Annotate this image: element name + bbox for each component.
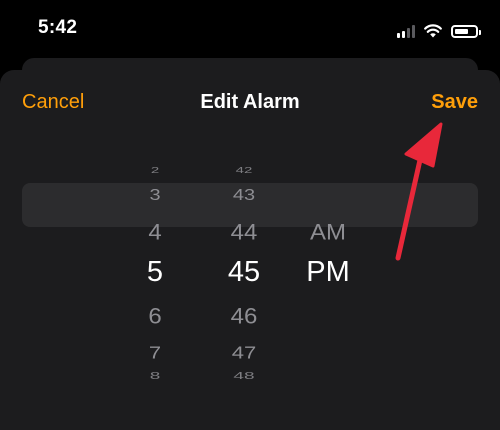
minute-picker-wheel[interactable]: 42 43 44 45 46 47 48 xyxy=(204,0,284,418)
picker-item: 3 xyxy=(149,186,161,204)
wifi-icon xyxy=(424,24,442,38)
status-time: 5:42 xyxy=(38,17,78,38)
cancel-button[interactable]: Cancel xyxy=(22,91,84,114)
picker-item: AM xyxy=(310,219,346,246)
status-icons xyxy=(397,20,481,38)
picker-item: 4 xyxy=(148,219,162,246)
picker-fade xyxy=(0,390,500,418)
picker-item: 46 xyxy=(230,303,258,330)
hour-picker-wheel[interactable]: 2 3 4 5 6 7 8 xyxy=(115,0,195,418)
selected-hour: 5 xyxy=(146,256,164,288)
save-button[interactable]: Save xyxy=(431,91,478,114)
selected-minute: 45 xyxy=(227,256,261,288)
picker-item: 42 xyxy=(235,165,253,176)
picker-item: 7 xyxy=(148,342,162,363)
picker-item: 6 xyxy=(148,303,162,330)
picker-item: 43 xyxy=(232,186,256,204)
selected-period: PM xyxy=(306,256,350,288)
picker-item: 47 xyxy=(231,342,257,363)
picker-item: 44 xyxy=(230,219,258,246)
picker-item: 2 xyxy=(150,165,160,176)
am-pm-picker-wheel[interactable]: AM PM xyxy=(288,0,368,418)
battery-icon xyxy=(451,25,481,38)
picker-item: 8 xyxy=(149,369,161,382)
cellular-signal-icon xyxy=(397,24,415,38)
picker-item: 48 xyxy=(233,369,255,382)
